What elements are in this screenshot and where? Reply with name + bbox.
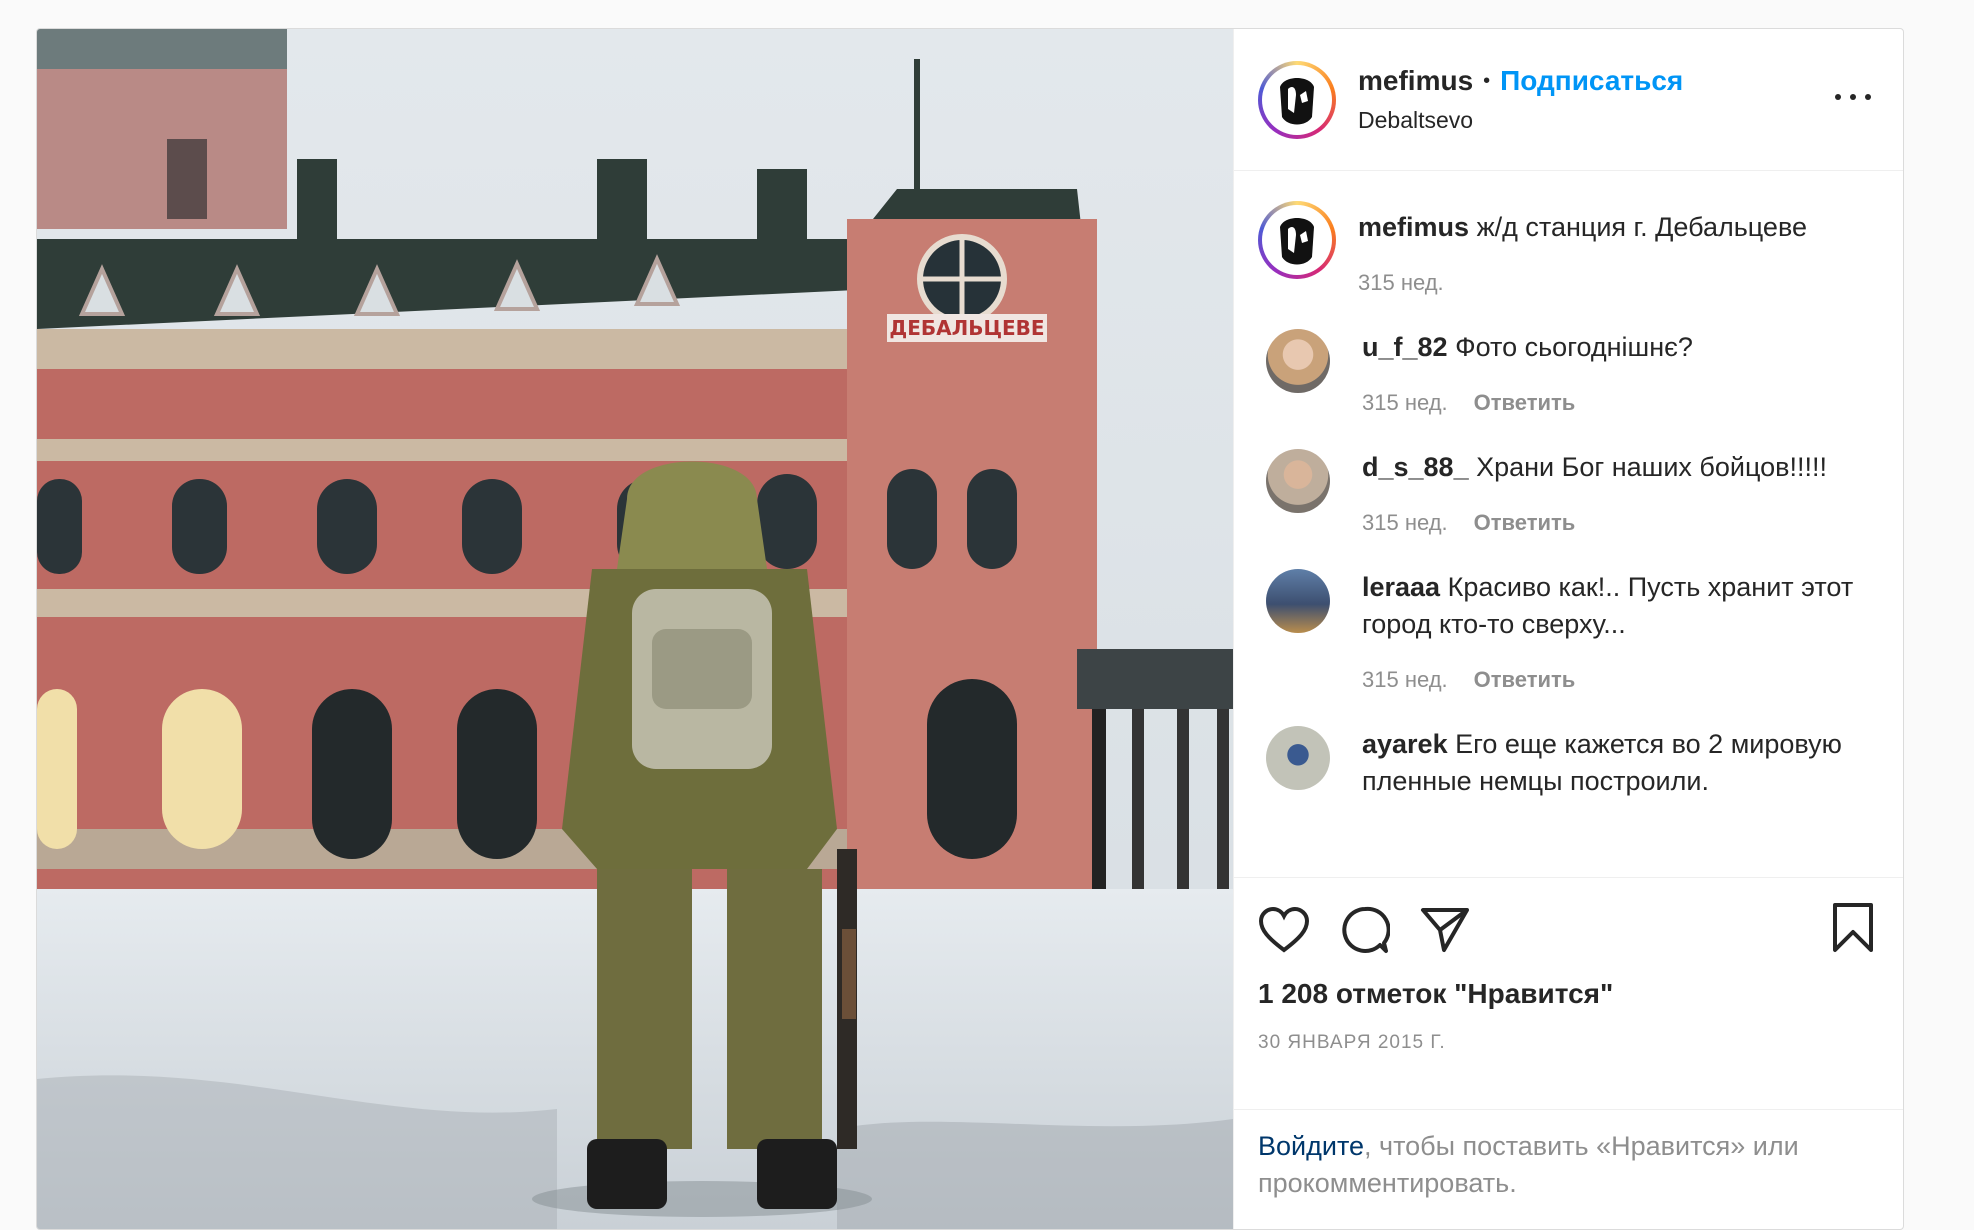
- caption-avatar[interactable]: [1258, 201, 1336, 279]
- more-options-button[interactable]: [1835, 85, 1871, 109]
- comment-time[interactable]: 315 нед.: [1362, 384, 1448, 421]
- bookmark-button[interactable]: [1831, 902, 1875, 959]
- login-link[interactable]: Войдите: [1258, 1131, 1364, 1161]
- author-username[interactable]: mefimus: [1358, 65, 1473, 97]
- heart-icon: [1258, 906, 1310, 953]
- more-icon-dot: [1850, 94, 1856, 100]
- comment-item: d_s_88_ Храни Бог наших бойцов!!!!! 315 …: [1258, 449, 1875, 541]
- more-icon: [1835, 94, 1841, 100]
- comment-item: ayarek Его еще кажется во 2 мировую плен…: [1258, 726, 1875, 800]
- share-icon: [1421, 908, 1469, 952]
- comment-button[interactable]: [1340, 905, 1390, 955]
- more-icon-dot: [1865, 94, 1871, 100]
- comment-time[interactable]: 315 нед.: [1362, 504, 1448, 541]
- instagram-post: ДЕБАЛЬЦЕВЕ mefimus • Подписаться Debalts…: [36, 28, 1904, 1230]
- commenter-avatar[interactable]: [1266, 569, 1330, 633]
- comment-username[interactable]: d_s_88_: [1362, 452, 1469, 482]
- caption-time[interactable]: 315 нед.: [1358, 264, 1444, 301]
- likes-count[interactable]: 1 208 отметок "Нравится": [1258, 978, 1875, 1010]
- post-actions: 1 208 отметок "Нравится" 30 января 2015 …: [1234, 877, 1903, 1109]
- author-avatar[interactable]: [1258, 60, 1336, 139]
- station-photo-illustration: ДЕБАЛЬЦЕВЕ: [37, 29, 1233, 1229]
- reply-button[interactable]: Ответить: [1474, 504, 1576, 541]
- commenter-avatar[interactable]: [1266, 726, 1330, 790]
- follow-button[interactable]: Подписаться: [1500, 65, 1683, 97]
- commenter-avatar[interactable]: [1266, 449, 1330, 513]
- caption: mefimus ж/д станция г. Дебальцеве 315 не…: [1258, 201, 1875, 301]
- post-side-panel: mefimus • Подписаться Debaltsevo mefimus…: [1234, 29, 1903, 1229]
- comment-username[interactable]: leraaa: [1362, 572, 1440, 602]
- comment-text: Фото сьогоднішнє?: [1455, 332, 1693, 362]
- comments-list[interactable]: mefimus ж/д станция г. Дебальцеве 315 не…: [1234, 171, 1903, 877]
- like-button[interactable]: [1258, 906, 1310, 954]
- comment-text: Храни Бог наших бойцов!!!!!: [1476, 452, 1827, 482]
- comment-time[interactable]: 315 нед.: [1362, 661, 1448, 698]
- login-prompt: Войдите, чтобы поставить «Нравится» или …: [1234, 1109, 1903, 1229]
- post-location[interactable]: Debaltsevo: [1358, 107, 1683, 134]
- reply-button[interactable]: Ответить: [1474, 661, 1576, 698]
- comment-username[interactable]: u_f_82: [1362, 332, 1448, 362]
- comment-username[interactable]: ayarek: [1362, 729, 1448, 759]
- post-photo[interactable]: ДЕБАЛЬЦЕВЕ: [37, 29, 1234, 1229]
- post-header: mefimus • Подписаться Debaltsevo: [1234, 29, 1903, 171]
- comment-icon: [1342, 906, 1390, 953]
- commenter-avatar[interactable]: [1266, 329, 1330, 393]
- skull-mask-icon: [1267, 210, 1327, 270]
- sign-text: ДЕБАЛЬЦЕВЕ: [889, 316, 1044, 340]
- caption-text: ж/д станция г. Дебальцеве: [1476, 212, 1808, 242]
- share-button[interactable]: [1420, 906, 1470, 954]
- post-date[interactable]: 30 января 2015 г.: [1258, 1032, 1875, 1054]
- reply-button[interactable]: Ответить: [1474, 384, 1576, 421]
- separator-dot: •: [1483, 69, 1491, 92]
- caption-username[interactable]: mefimus: [1358, 212, 1469, 242]
- comment-item: u_f_82 Фото сьогоднішнє? 315 нед. Ответи…: [1258, 329, 1875, 421]
- skull-mask-icon: [1267, 69, 1327, 130]
- bookmark-icon: [1833, 903, 1873, 952]
- comment-item: leraaa Красиво как!.. Пусть хранит этот …: [1258, 569, 1875, 698]
